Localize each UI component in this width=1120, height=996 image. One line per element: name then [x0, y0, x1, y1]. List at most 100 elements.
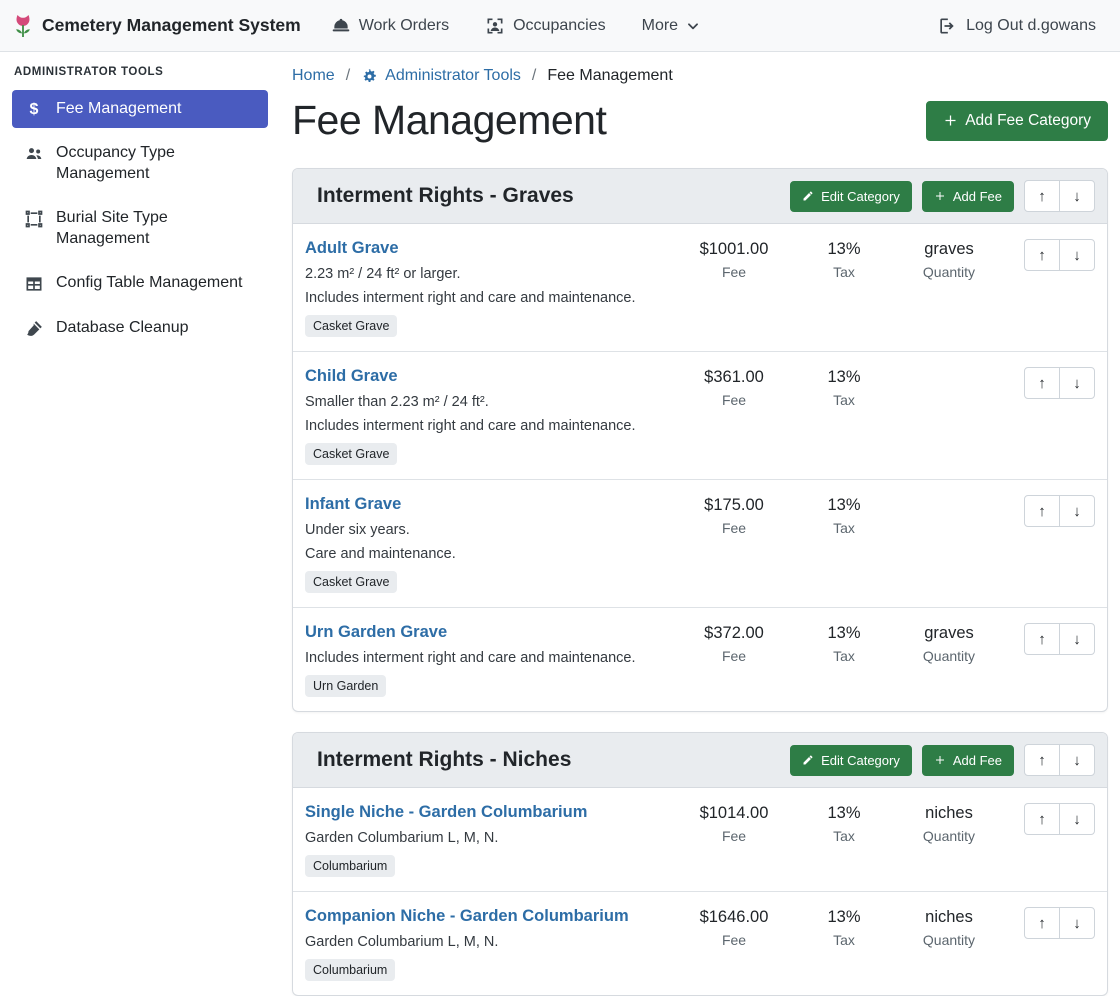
fee-name-link[interactable]: Single Niche - Garden Columbarium [305, 803, 587, 821]
fee-name-link[interactable]: Adult Grave [305, 239, 399, 257]
sidebar-item-database-cleanup[interactable]: Database Cleanup [12, 309, 268, 348]
fee-description: Smaller than 2.23 m² / 24 ft². [305, 394, 669, 410]
plus-icon [934, 190, 946, 202]
quantity-label: Quantity [889, 828, 1009, 844]
add-fee-category-button[interactable]: Add Fee Category [926, 101, 1108, 141]
fee-description: Includes interment right and care and ma… [305, 650, 669, 666]
category-move-down-button[interactable]: ↓ [1059, 180, 1095, 212]
fee-amount-column: $1001.00 Fee [669, 239, 799, 280]
fee-name-link[interactable]: Infant Grave [305, 495, 401, 513]
fee-amount: $1014.00 [669, 804, 799, 823]
breadcrumb-admin-tools-link[interactable]: Administrator Tools [361, 67, 521, 85]
fee-amount-column: $1646.00 Fee [669, 907, 799, 948]
tulip-logo-icon [12, 13, 34, 39]
breadcrumb-admin-tools-label: Administrator Tools [385, 67, 521, 85]
add-fee-button[interactable]: Add Fee [922, 181, 1014, 212]
tax-label: Tax [799, 828, 889, 844]
arrow-up-icon: ↑ [1038, 247, 1046, 264]
arrow-down-icon: ↓ [1073, 811, 1081, 828]
fee-info: Child Grave Smaller than 2.23 m² / 24 ft… [305, 367, 669, 465]
fee-description: Under six years. [305, 522, 669, 538]
quantity-label: Quantity [889, 264, 1009, 280]
sidebar-item-burial-site-type-management[interactable]: Burial Site Type Management [12, 199, 268, 258]
page-title: Fee Management [292, 97, 606, 144]
breadcrumb-home-link[interactable]: Home [292, 67, 335, 85]
fee-type-badge: Casket Grave [305, 443, 397, 465]
fee-move-up-button[interactable]: ↑ [1024, 907, 1060, 939]
fee-move-up-button[interactable]: ↑ [1024, 367, 1060, 399]
arrow-down-icon: ↓ [1073, 631, 1081, 648]
quantity-label: Quantity [889, 648, 1009, 664]
sidebar-heading: Administrator Tools [12, 64, 268, 90]
category-move-up-button[interactable]: ↑ [1024, 180, 1060, 212]
nav-more-dropdown[interactable]: More [642, 17, 700, 35]
app-title: Cemetery Management System [42, 15, 301, 36]
person-bounding-box-icon [485, 16, 505, 36]
sidebar-item-occupancy-type-management[interactable]: Occupancy Type Management [12, 134, 268, 193]
chevron-down-icon [686, 19, 700, 33]
tax-column: 13% Tax [799, 803, 889, 844]
edit-category-button[interactable]: Edit Category [790, 181, 912, 212]
sidebar-item-fee-management[interactable]: $ Fee Management [12, 90, 268, 128]
category-move-down-button[interactable]: ↓ [1059, 744, 1095, 776]
quantity-column: niches Quantity [889, 907, 1009, 948]
fee-name-link[interactable]: Companion Niche - Garden Columbarium [305, 907, 629, 925]
fee-move-down-button[interactable]: ↓ [1059, 907, 1095, 939]
fee-row: Companion Niche - Garden Columbarium Gar… [293, 892, 1107, 995]
arrow-down-icon: ↓ [1073, 915, 1081, 932]
fee-row: Adult Grave 2.23 m² / 24 ft² or larger. … [293, 224, 1107, 352]
arrow-down-icon: ↓ [1073, 375, 1081, 392]
fee-amount: $361.00 [669, 368, 799, 387]
nav-work-orders[interactable]: Work Orders [331, 16, 449, 36]
arrow-up-icon: ↑ [1038, 188, 1046, 205]
fee-move-down-button[interactable]: ↓ [1059, 367, 1095, 399]
quantity-label: Quantity [889, 932, 1009, 948]
fee-amount: $372.00 [669, 624, 799, 643]
sidebar-item-label: Burial Site Type Management [56, 208, 256, 249]
gear-icon [361, 68, 378, 85]
quantity-unit: niches [889, 908, 1009, 927]
tax-column: 13% Tax [799, 367, 889, 408]
fee-move-up-button[interactable]: ↑ [1024, 495, 1060, 527]
fee-description: Care and maintenance. [305, 546, 669, 562]
arrow-down-icon: ↓ [1073, 188, 1081, 205]
edit-category-button[interactable]: Edit Category [790, 745, 912, 776]
fee-info: Adult Grave 2.23 m² / 24 ft² or larger. … [305, 239, 669, 337]
nav-occupancies-label: Occupancies [513, 17, 606, 35]
logout-button[interactable]: Log Out d.gowans [937, 16, 1096, 36]
fee-reorder-buttons: ↑ ↓ [1009, 367, 1095, 399]
fee-name-link[interactable]: Child Grave [305, 367, 398, 385]
fee-move-up-button[interactable]: ↑ [1024, 623, 1060, 655]
pencil-icon [802, 190, 814, 202]
add-fee-button[interactable]: Add Fee [922, 745, 1014, 776]
fee-amount-label: Fee [669, 932, 799, 948]
pencil-icon [802, 754, 814, 766]
fee-move-down-button[interactable]: ↓ [1059, 495, 1095, 527]
nav-more-label: More [642, 17, 678, 35]
plus-icon [934, 754, 946, 766]
fee-reorder-buttons: ↑ ↓ [1009, 803, 1095, 835]
fee-reorder-buttons: ↑ ↓ [1009, 495, 1095, 527]
fee-name-link[interactable]: Urn Garden Grave [305, 623, 447, 641]
fee-move-down-button[interactable]: ↓ [1059, 623, 1095, 655]
fee-move-down-button[interactable]: ↓ [1059, 803, 1095, 835]
fee-amount-column: $175.00 Fee [669, 495, 799, 536]
fee-move-up-button[interactable]: ↑ [1024, 803, 1060, 835]
bounding-box-icon [24, 209, 44, 229]
category-move-up-button[interactable]: ↑ [1024, 744, 1060, 776]
arrow-down-icon: ↓ [1073, 503, 1081, 520]
fee-move-up-button[interactable]: ↑ [1024, 239, 1060, 271]
fee-move-down-button[interactable]: ↓ [1059, 239, 1095, 271]
tax-label: Tax [799, 392, 889, 408]
fee-reorder-buttons: ↑ ↓ [1009, 907, 1095, 939]
arrow-up-icon: ↑ [1038, 811, 1046, 828]
app-brand: Cemetery Management System [12, 13, 301, 39]
category-title: Interment Rights - Niches [305, 748, 571, 772]
breadcrumb-home-label: Home [292, 67, 335, 85]
sidebar-item-config-table-management[interactable]: Config Table Management [12, 264, 268, 303]
top-navbar: Cemetery Management System Work Orders [0, 0, 1120, 52]
tax-column: 13% Tax [799, 907, 889, 948]
broom-icon [24, 319, 44, 339]
nav-occupancies[interactable]: Occupancies [485, 16, 606, 36]
tax-label: Tax [799, 264, 889, 280]
